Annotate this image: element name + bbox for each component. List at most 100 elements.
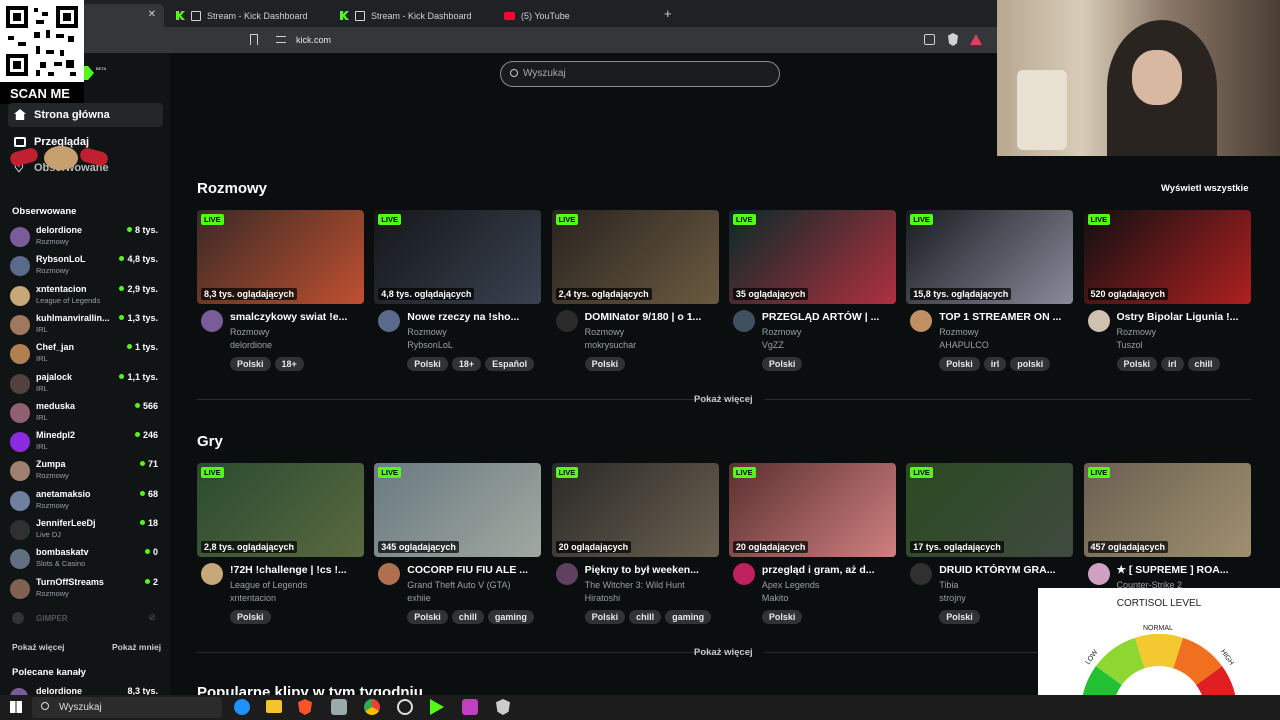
show-more-channels[interactable]: Pokaż więcej bbox=[12, 642, 64, 652]
stream-thumbnail[interactable]: LIVE 457 oglądających bbox=[1083, 463, 1251, 557]
tab-youtube[interactable]: (5) YouTube bbox=[496, 4, 578, 27]
stream-title[interactable]: przegląd i gram, aż d... bbox=[762, 564, 892, 576]
tag-pill[interactable]: Polski bbox=[407, 357, 448, 371]
stream-thumbnail[interactable]: LIVE 17 tys. oglądających bbox=[906, 463, 1074, 557]
chrome-icon[interactable] bbox=[364, 699, 380, 715]
sidebar-channel[interactable]: Zumpa Rozmowy 71 bbox=[10, 458, 160, 486]
sidebar-channel[interactable]: Chef_jan IRL 1 tys. bbox=[10, 341, 160, 369]
stream-card[interactable]: LIVE 2,4 tys. oglądających DOMINator 9/180… bbox=[551, 210, 719, 385]
close-tab-icon[interactable]: ✕ bbox=[148, 9, 156, 20]
avatar[interactable] bbox=[732, 310, 755, 332]
tag-pill[interactable]: irl bbox=[983, 357, 1007, 371]
tag-pill[interactable]: Polski bbox=[761, 610, 803, 624]
tag-pill[interactable]: Polski bbox=[584, 357, 626, 371]
avatar[interactable] bbox=[555, 563, 578, 585]
tag-pill[interactable]: gaming bbox=[665, 610, 712, 624]
shield-icon[interactable] bbox=[496, 699, 510, 715]
nav-home[interactable]: Strona główna bbox=[8, 103, 163, 127]
stream-card[interactable]: LIVE 345 oglądających COCORP FIU FIU ALE .… bbox=[374, 463, 542, 638]
stream-title[interactable]: COCORP FIU FIU ALE ... bbox=[407, 564, 537, 576]
stream-category[interactable]: League of Legends bbox=[230, 580, 307, 590]
tag-pill[interactable]: Polski bbox=[407, 610, 448, 624]
kick-app-icon[interactable] bbox=[430, 699, 444, 715]
sidebar-channel[interactable]: delordione Rozmowy 8 tys. bbox=[10, 224, 160, 252]
search-input[interactable]: Wyszukaj bbox=[500, 61, 780, 87]
tag-pill[interactable]: 18+ bbox=[274, 357, 304, 371]
avatar[interactable] bbox=[732, 563, 755, 585]
edge-icon[interactable] bbox=[234, 699, 250, 715]
stream-card[interactable]: LIVE 35 oglądających PRZEGLĄD ARTÓW | ... R… bbox=[728, 210, 896, 385]
stream-card[interactable]: LIVE 8,3 tys. oglądających smalczykowy swi… bbox=[197, 210, 364, 385]
taskbar-search[interactable]: Wyszukaj bbox=[32, 697, 222, 718]
tag-pill[interactable]: chill bbox=[629, 610, 662, 624]
brave-shield-icon[interactable] bbox=[948, 33, 958, 46]
avatar[interactable] bbox=[910, 310, 933, 332]
show-less-channels[interactable]: Pokaż mniej bbox=[112, 642, 161, 652]
stream-title[interactable]: DOMINator 9/180 | o 1... bbox=[585, 311, 715, 323]
tag-pill[interactable]: Polski bbox=[584, 610, 626, 624]
sidebar-channel[interactable]: TurnOffStreams Rozmowy 2 bbox=[10, 576, 160, 604]
sidebar-channel[interactable]: anetamaksio Rozmowy 68 bbox=[10, 488, 160, 516]
stream-thumbnail[interactable]: LIVE 15,8 tys. oglądających bbox=[906, 210, 1074, 304]
stream-category[interactable]: Rozmowy bbox=[230, 327, 270, 337]
tag-pill[interactable]: Polski bbox=[1116, 357, 1158, 371]
stream-thumbnail[interactable]: LIVE 520 oglądających bbox=[1083, 210, 1251, 304]
stream-thumbnail[interactable]: LIVE 2,4 tys. oglądających bbox=[551, 210, 719, 304]
tab-active[interactable]: ✕ bbox=[82, 4, 164, 27]
tag-pill[interactable]: Español bbox=[485, 357, 535, 371]
tag-pill[interactable]: irl bbox=[1161, 357, 1184, 371]
stream-card[interactable]: LIVE 2,8 tys. oglądających !72H !challenge… bbox=[197, 463, 364, 638]
brave-rewards-icon[interactable] bbox=[970, 34, 982, 45]
tag-pill[interactable]: chill bbox=[1187, 357, 1220, 371]
stream-title[interactable]: Piękny to był weeken... bbox=[585, 564, 715, 576]
tab-kick-dashboard-2[interactable]: Stream - Kick Dashboard bbox=[332, 4, 480, 27]
stream-title[interactable]: TOP 1 STREAMER ON ... bbox=[939, 311, 1069, 323]
stream-thumbnail[interactable]: LIVE 8,3 tys. oglądających bbox=[197, 210, 364, 304]
show-all-link[interactable]: Wyświetl wszystkie bbox=[1161, 183, 1248, 194]
stream-card[interactable]: LIVE 20 oglądających przegląd i gram, aż d… bbox=[728, 463, 896, 638]
stream-category[interactable]: Rozmowy bbox=[585, 327, 625, 337]
mute-icon[interactable] bbox=[355, 10, 365, 21]
avatar[interactable] bbox=[378, 563, 401, 585]
windows-start-icon[interactable] bbox=[10, 701, 22, 713]
stream-card[interactable]: LIVE 15,8 tys. oglądających TOP 1 STREAMER… bbox=[906, 210, 1074, 385]
channel-name[interactable]: Tuszol bbox=[1117, 340, 1143, 350]
tag-pill[interactable]: Polski bbox=[939, 610, 980, 624]
stream-category[interactable]: Apex Legends bbox=[762, 580, 820, 590]
sidebar-channel[interactable]: Minedpl2 IRL 246 bbox=[10, 429, 160, 457]
brave-icon[interactable] bbox=[298, 699, 312, 715]
explorer-icon[interactable] bbox=[266, 700, 282, 713]
tag-pill[interactable]: Polski bbox=[939, 357, 980, 371]
stream-card[interactable]: LIVE 20 oglądających Piękny to był weeken.… bbox=[551, 463, 719, 638]
sidebar-channel[interactable]: RybsonLoL Rozmowy 4,8 tys. bbox=[10, 253, 160, 281]
stream-title[interactable]: ★ [ SUPREME ] ROA... bbox=[1117, 564, 1247, 576]
avatar[interactable] bbox=[201, 310, 223, 332]
channel-name[interactable]: AHAPULCO bbox=[939, 340, 989, 350]
stream-thumbnail[interactable]: LIVE 4,8 tys. oglądających bbox=[374, 210, 542, 304]
channel-name[interactable]: strojny bbox=[939, 593, 966, 603]
channel-name[interactable]: VgZZ bbox=[762, 340, 784, 350]
show-more-button[interactable]: Pokaż więcej bbox=[694, 647, 753, 658]
stream-thumbnail[interactable]: LIVE 20 oglądających bbox=[551, 463, 719, 557]
stream-card[interactable]: LIVE 520 oglądających Ostry Bipolar Liguni… bbox=[1083, 210, 1251, 385]
sidebar-channel[interactable]: xntentacion League of Legends 2,9 tys. bbox=[10, 283, 160, 311]
tag-pill[interactable]: 18+ bbox=[451, 357, 482, 371]
avatar[interactable] bbox=[378, 310, 401, 332]
stream-title[interactable]: smalczykowy swiat !e... bbox=[230, 311, 360, 323]
avatar[interactable] bbox=[201, 563, 223, 585]
stream-category[interactable]: Rozmowy bbox=[939, 327, 979, 337]
site-settings-icon[interactable] bbox=[276, 36, 286, 43]
stream-card[interactable]: LIVE 4,8 tys. oglądających Nowe rzeczy na … bbox=[374, 210, 542, 385]
stream-thumbnail[interactable]: LIVE 2,8 tys. oglądających bbox=[197, 463, 364, 557]
tab-kick-dashboard-1[interactable]: Stream - Kick Dashboard bbox=[168, 4, 316, 27]
stream-category[interactable]: Rozmowy bbox=[407, 327, 447, 337]
stream-title[interactable]: Ostry Bipolar Ligunia !... bbox=[1117, 311, 1247, 323]
tag-pill[interactable]: Polski bbox=[230, 357, 271, 371]
share-icon[interactable] bbox=[924, 34, 935, 45]
tag-pill[interactable]: Polski bbox=[761, 357, 803, 371]
sidebar-channel[interactable]: kuhlmanvirallin... IRL 1,3 tys. bbox=[10, 312, 160, 340]
channel-name[interactable]: RybsonLoL bbox=[407, 340, 453, 350]
avatar[interactable] bbox=[1087, 310, 1110, 332]
tag-pill[interactable]: polski bbox=[1010, 357, 1051, 371]
channel-name[interactable]: Hiratoshi bbox=[585, 593, 621, 603]
